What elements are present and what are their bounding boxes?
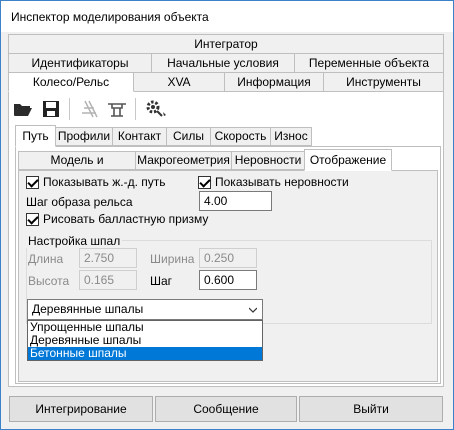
ballast-checkbox[interactable]: Рисовать балластную призму <box>26 212 208 226</box>
tab-object-variables[interactable]: Переменные объекта <box>294 53 444 73</box>
window-title: Инспектор моделирования объекта <box>11 10 209 24</box>
rail-icon[interactable] <box>77 97 101 121</box>
tab-initial-conditions[interactable]: Начальные условия <box>151 53 295 73</box>
option-concrete[interactable]: Бетонные шпалы <box>28 347 262 360</box>
sleeper-type-value: Деревянные шпалы <box>32 302 144 316</box>
tab-information[interactable]: Информация <box>224 72 324 92</box>
length-input[interactable]: 2.750 <box>79 248 137 268</box>
tab-contact[interactable]: Контакт <box>112 127 167 146</box>
rail-step-input[interactable]: 4.00 <box>199 191 272 211</box>
tab-display[interactable]: Отображение <box>304 149 392 171</box>
chevron-down-icon <box>249 307 257 313</box>
tab-wear[interactable]: Износ <box>270 127 312 146</box>
show-irregularities-label: Показывать неровности <box>215 175 349 189</box>
checkbox-mark <box>26 175 39 189</box>
rail-step-label: Шаг образа рельса <box>26 195 133 209</box>
toolbar <box>7 94 167 124</box>
message-button[interactable]: Сообщение <box>155 396 297 422</box>
show-track-label: Показывать ж.-д. путь <box>43 175 166 189</box>
length-label: Длина <box>28 252 64 266</box>
tab-integrator[interactable]: Интегратор <box>8 34 444 54</box>
checkbox-mark <box>26 212 39 226</box>
toolbar-separator <box>135 98 136 120</box>
sleeper-type-select[interactable]: Деревянные шпалы <box>27 299 263 320</box>
integrate-button[interactable]: Интегрирование <box>9 396 153 422</box>
tab-irregularities[interactable]: Неровности <box>231 151 305 170</box>
tab-tools[interactable]: Инструменты <box>323 72 444 92</box>
toolbar-separator <box>69 98 70 120</box>
save-icon[interactable] <box>39 97 63 121</box>
step-input[interactable]: 0.600 <box>199 270 257 290</box>
tab-forces[interactable]: Силы <box>166 127 211 146</box>
tab-profiles[interactable]: Профили <box>55 127 113 146</box>
height-input[interactable]: 0.165 <box>79 270 137 290</box>
step-label: Шаг <box>150 274 173 288</box>
tab-identifiers[interactable]: Идентификаторы <box>8 53 152 73</box>
tab-wheel-rail[interactable]: Колесо/Рельс <box>8 72 134 92</box>
tab-speed[interactable]: Скорость <box>210 127 271 146</box>
wheel-rail-icon[interactable] <box>105 97 129 121</box>
sleeper-group-title: Настройка шпал <box>26 234 123 248</box>
tab-model-params[interactable]: Модель и параметры <box>18 151 136 184</box>
width-label: Ширина <box>150 252 195 266</box>
open-folder-icon[interactable] <box>11 97 35 121</box>
height-label: Высота <box>28 274 70 288</box>
tab-xva[interactable]: XVA <box>133 72 225 92</box>
tab-track[interactable]: Путь <box>15 125 56 147</box>
tab-macrogeometry[interactable]: Макрогеометрия <box>135 151 232 170</box>
show-track-checkbox[interactable]: Показывать ж.-д. путь <box>26 175 165 189</box>
settings-wand-icon[interactable] <box>141 97 171 121</box>
checkbox-mark <box>198 175 211 189</box>
exit-button[interactable]: Выйти <box>299 396 443 422</box>
ballast-label: Рисовать балластную призму <box>43 212 209 226</box>
title-bar[interactable]: Инспектор моделирования объекта <box>1 1 453 32</box>
show-irregularities-checkbox[interactable]: Показывать неровности <box>198 175 349 189</box>
sleeper-type-dropdown: Упрощенные шпалы Деревянные шпалы Бетонн… <box>27 320 263 361</box>
width-input[interactable]: 0.250 <box>199 248 257 268</box>
